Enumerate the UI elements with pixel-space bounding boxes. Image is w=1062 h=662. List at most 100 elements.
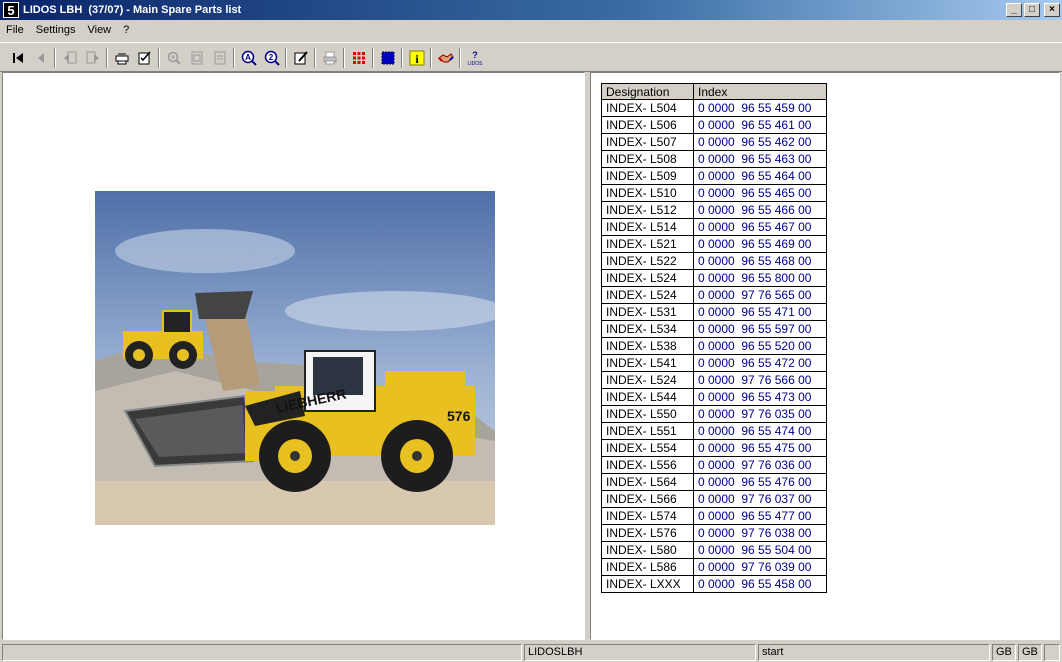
table-row[interactable]: INDEX- L576 0 0000 97 76 038 00 [601,524,827,542]
cell-designation[interactable]: INDEX- L507 [601,133,694,151]
table-row[interactable]: INDEX- L531 0 0000 96 55 471 00 [601,303,827,321]
cell-designation[interactable]: INDEX- L534 [601,320,694,338]
cell-designation[interactable]: INDEX- L544 [601,388,694,406]
table-row[interactable]: INDEX- L534 0 0000 96 55 597 00 [601,320,827,338]
zoom-in-button[interactable] [162,47,185,69]
cell-index[interactable]: 0 0000 97 76 566 00 [693,371,827,389]
cell-index[interactable]: 0 0000 96 55 475 00 [693,439,827,457]
red-grid-button[interactable] [347,47,370,69]
table-row[interactable]: INDEX- L541 0 0000 96 55 472 00 [601,354,827,372]
table-row[interactable]: INDEX- L514 0 0000 96 55 467 00 [601,218,827,236]
print-button[interactable] [318,47,341,69]
cell-designation[interactable]: INDEX- L522 [601,252,694,270]
header-designation[interactable]: Designation [601,83,694,100]
cell-index[interactable]: 0 0000 96 55 464 00 [693,167,827,185]
table-row[interactable]: INDEX- L564 0 0000 96 55 476 00 [601,473,827,491]
table-row[interactable]: INDEX- L524 0 0000 96 55 800 00 [601,269,827,287]
table-row[interactable]: INDEX- L550 0 0000 97 76 035 00 [601,405,827,423]
cell-index[interactable]: 0 0000 97 76 039 00 [693,558,827,576]
edit-note-button[interactable] [289,47,312,69]
cell-index[interactable]: 0 0000 96 55 468 00 [693,252,827,270]
cell-index[interactable]: 0 0000 97 76 038 00 [693,524,827,542]
header-index[interactable]: Index [693,83,827,100]
cell-index[interactable]: 0 0000 96 55 469 00 [693,235,827,253]
cell-designation[interactable]: INDEX- L538 [601,337,694,355]
minimize-button[interactable]: _ [1006,3,1022,17]
cell-designation[interactable]: INDEX- L512 [601,201,694,219]
cell-designation[interactable]: INDEX- L574 [601,507,694,525]
cell-designation[interactable]: INDEX- L586 [601,558,694,576]
cell-designation[interactable]: INDEX- L521 [601,235,694,253]
cell-index[interactable]: 0 0000 96 55 463 00 [693,150,827,168]
fit-width-button[interactable] [208,47,231,69]
cell-designation[interactable]: INDEX- L566 [601,490,694,508]
cell-designation[interactable]: INDEX- L509 [601,167,694,185]
cell-index[interactable]: 0 0000 96 55 458 00 [693,575,827,593]
cell-designation[interactable]: INDEX- L564 [601,473,694,491]
close-button[interactable]: × [1044,3,1060,17]
cell-index[interactable]: 0 0000 96 55 597 00 [693,320,827,338]
cell-index[interactable]: 0 0000 96 55 462 00 [693,133,827,151]
cell-index[interactable]: 0 0000 97 76 565 00 [693,286,827,304]
cell-index[interactable]: 0 0000 97 76 037 00 [693,490,827,508]
cell-index[interactable]: 0 0000 96 55 800 00 [693,269,827,287]
print-preview-button[interactable] [110,47,133,69]
handshake-button[interactable] [434,47,457,69]
cell-index[interactable]: 0 0000 96 55 520 00 [693,337,827,355]
cell-designation[interactable]: INDEX- L554 [601,439,694,457]
cell-index[interactable]: 0 0000 96 55 471 00 [693,303,827,321]
cell-designation[interactable]: INDEX- L514 [601,218,694,236]
cell-designation[interactable]: INDEX- L524 [601,286,694,304]
fit-page-button[interactable] [185,47,208,69]
cell-designation[interactable]: INDEX- L541 [601,354,694,372]
table-row[interactable]: INDEX- L524 0 0000 97 76 566 00 [601,371,827,389]
cell-index[interactable]: 0 0000 96 55 472 00 [693,354,827,372]
table-row[interactable]: INDEX- L512 0 0000 96 55 466 00 [601,201,827,219]
cell-designation[interactable]: INDEX- L551 [601,422,694,440]
table-row[interactable]: INDEX- L556 0 0000 97 76 036 00 [601,456,827,474]
cell-designation[interactable]: INDEX- L510 [601,184,694,202]
search-2-button[interactable]: 2 [260,47,283,69]
table-row[interactable]: INDEX- L509 0 0000 96 55 464 00 [601,167,827,185]
table-row[interactable]: INDEX- LXXX 0 0000 96 55 458 00 [601,575,827,593]
table-row[interactable]: INDEX- L506 0 0000 96 55 461 00 [601,116,827,134]
menu-help[interactable]: ? [117,24,135,36]
menu-file[interactable]: File [0,24,30,36]
lidos-help-button[interactable]: ? LIDOS [463,47,486,69]
cell-designation[interactable]: INDEX- L508 [601,150,694,168]
table-row[interactable]: INDEX- L566 0 0000 97 76 037 00 [601,490,827,508]
first-page-button[interactable] [6,47,29,69]
table-row[interactable]: INDEX- L522 0 0000 96 55 468 00 [601,252,827,270]
checklist-button[interactable] [133,47,156,69]
cell-index[interactable]: 0 0000 96 55 459 00 [693,99,827,117]
cell-index[interactable]: 0 0000 96 55 504 00 [693,541,827,559]
cell-index[interactable]: 0 0000 96 55 476 00 [693,473,827,491]
cell-designation[interactable]: INDEX- L576 [601,524,694,542]
cell-index[interactable]: 0 0000 97 76 036 00 [693,456,827,474]
search-a-button[interactable]: A [237,47,260,69]
cell-designation[interactable]: INDEX- L506 [601,116,694,134]
cell-index[interactable]: 0 0000 97 76 035 00 [693,405,827,423]
cell-designation[interactable]: INDEX- L556 [601,456,694,474]
back-button[interactable] [58,47,81,69]
table-row[interactable]: INDEX- L508 0 0000 96 55 463 00 [601,150,827,168]
table-row[interactable]: INDEX- L580 0 0000 96 55 504 00 [601,541,827,559]
forward-button[interactable] [81,47,104,69]
table-row[interactable]: INDEX- L586 0 0000 97 76 039 00 [601,558,827,576]
cell-index[interactable]: 0 0000 96 55 473 00 [693,388,827,406]
cell-index[interactable]: 0 0000 96 55 466 00 [693,201,827,219]
cell-designation[interactable]: INDEX- L524 [601,371,694,389]
cell-designation[interactable]: INDEX- LXXX [601,575,694,593]
table-row[interactable]: INDEX- L507 0 0000 96 55 462 00 [601,133,827,151]
table-row[interactable]: INDEX- L524 0 0000 97 76 565 00 [601,286,827,304]
cell-designation[interactable]: INDEX- L550 [601,405,694,423]
table-row[interactable]: INDEX- L538 0 0000 96 55 520 00 [601,337,827,355]
previous-page-button[interactable] [29,47,52,69]
cell-index[interactable]: 0 0000 96 55 477 00 [693,507,827,525]
maximize-button[interactable]: □ [1024,3,1040,17]
cell-index[interactable]: 0 0000 96 55 474 00 [693,422,827,440]
menu-view[interactable]: View [81,24,117,36]
cell-index[interactable]: 0 0000 96 55 461 00 [693,116,827,134]
app-icon[interactable]: 5 [3,2,19,18]
table-row[interactable]: INDEX- L551 0 0000 96 55 474 00 [601,422,827,440]
